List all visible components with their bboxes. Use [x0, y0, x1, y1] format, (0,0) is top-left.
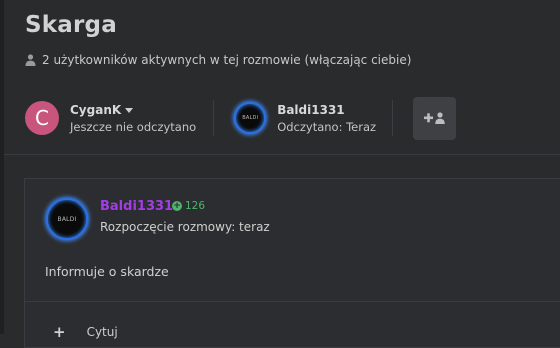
- avatar[interactable]: BALDI: [234, 102, 267, 134]
- add-user-icon: [423, 112, 445, 124]
- plus-circle-icon: +: [172, 201, 182, 211]
- message-card: BALDI Baldi1331 + 126 Rozpoczęcie rozmow…: [24, 178, 560, 348]
- participant-status: Jeszcze nie odczytano: [70, 119, 197, 134]
- message-divider: [25, 301, 560, 302]
- message-author[interactable]: Baldi1331: [100, 199, 173, 214]
- chevron-down-icon[interactable]: [125, 107, 134, 113]
- participant-cygank[interactable]: C CyganK Jeszcze nie odczytano: [25, 96, 196, 140]
- left-edge: [0, 0, 4, 334]
- user-icon: [25, 54, 36, 66]
- add-participant-button[interactable]: [413, 96, 457, 140]
- reputation-badge: + 126: [172, 200, 205, 212]
- divider: [213, 100, 215, 136]
- avatar-label: BALDI: [57, 215, 77, 223]
- participants-info-text: 2 użytkowników aktywnych w tej rozmowie …: [42, 53, 412, 67]
- divider: [392, 100, 394, 136]
- participant-name[interactable]: CyganK: [70, 103, 196, 117]
- participant-name[interactable]: Baldi1331: [277, 103, 376, 117]
- section-divider: [4, 154, 560, 155]
- conversation-started: Rozpoczęcie rozmowy: teraz: [100, 220, 270, 234]
- quote-label: Cytuj: [86, 325, 118, 339]
- participants-info: 2 użytkowników aktywnych w tej rozmowie …: [25, 53, 411, 67]
- avatar[interactable]: BALDI: [46, 198, 88, 240]
- participant-baldi1331[interactable]: BALDI Baldi1331 Odczytano: Teraz: [234, 96, 376, 140]
- page-title: Skarga: [25, 12, 117, 38]
- avatar-label: BALDI: [242, 115, 259, 121]
- message-body: Informuje o skardze: [45, 264, 169, 279]
- participant-name-text: CyganK: [70, 102, 122, 117]
- plus-icon: +: [53, 323, 66, 341]
- avatar[interactable]: C: [25, 101, 59, 135]
- reputation-points: 126: [185, 200, 206, 212]
- participants-list: C CyganK Jeszcze nie odczytano BALDI Bal…: [25, 96, 457, 140]
- participant-status: Odczytano: Teraz: [277, 119, 377, 134]
- message-avatar[interactable]: BALDI: [46, 198, 88, 240]
- quote-button[interactable]: + Cytuj: [53, 323, 118, 341]
- participant-name-text: Baldi1331: [277, 102, 345, 117]
